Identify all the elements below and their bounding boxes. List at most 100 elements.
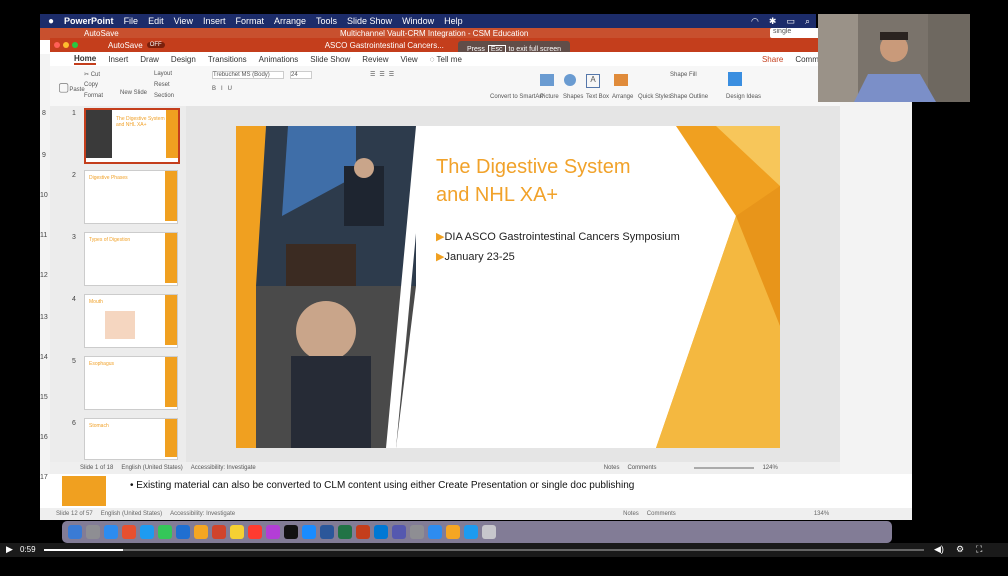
back-thumb-num[interactable]: 12: [40, 272, 48, 279]
shapes-button[interactable]: Shapes: [563, 94, 583, 100]
menu-view[interactable]: View: [174, 16, 193, 26]
tab-home[interactable]: Home: [74, 54, 97, 65]
bluetooth-icon[interactable]: ✱: [769, 16, 777, 27]
video-progress-track[interactable]: [44, 549, 924, 551]
cut-button[interactable]: ✂ Cut: [84, 71, 100, 78]
comments-status-button[interactable]: Comments: [627, 465, 656, 471]
tab-design[interactable]: Design: [171, 55, 196, 64]
shape-outline-button[interactable]: Shape Outline: [670, 94, 708, 100]
launchpad-icon[interactable]: [86, 525, 100, 539]
thumbnail-slide-1[interactable]: The Digestive System and NHL XA+: [84, 108, 180, 164]
settings-gear-icon[interactable]: ⚙: [956, 544, 964, 555]
accessibility-indicator[interactable]: Accessibility: Investigate: [191, 465, 256, 471]
reset-button[interactable]: Reset: [154, 82, 170, 88]
smartart-button[interactable]: Convert to SmartArt: [490, 94, 543, 100]
menu-format[interactable]: Format: [235, 16, 264, 26]
close-window-button[interactable]: [54, 42, 60, 48]
zoom-slider[interactable]: [694, 467, 755, 469]
new-slide-button[interactable]: New Slide: [120, 90, 147, 96]
downloads-icon[interactable]: [464, 525, 478, 539]
textbox-button[interactable]: Text Box: [586, 94, 609, 100]
format-painter-button[interactable]: Format: [84, 93, 103, 99]
back-language-indicator[interactable]: English (United States): [101, 511, 162, 517]
arrange-button[interactable]: Arrange: [612, 94, 633, 100]
paragraph-buttons[interactable]: ☰☰☰: [370, 71, 398, 78]
picture-button[interactable]: Picture: [540, 94, 559, 100]
tab-view[interactable]: View: [401, 55, 418, 64]
tab-animations[interactable]: Animations: [259, 55, 299, 64]
back-comments-button[interactable]: Comments: [647, 511, 676, 517]
front-autosave[interactable]: AutoSave: [108, 41, 143, 50]
menu-file[interactable]: File: [124, 16, 139, 26]
excel-icon[interactable]: [338, 525, 352, 539]
back-autosave[interactable]: AutoSave: [84, 29, 119, 38]
back-thumb-num[interactable]: 14: [40, 354, 48, 361]
back-thumb-num[interactable]: 11: [40, 232, 47, 239]
trash-icon[interactable]: [482, 525, 496, 539]
back-thumb-num[interactable]: 15: [40, 394, 48, 401]
copy-button[interactable]: Copy: [84, 82, 98, 88]
back-thumb-num[interactable]: 10: [40, 192, 48, 199]
tab-draw[interactable]: Draw: [140, 55, 159, 64]
battery-icon[interactable]: ▭: [786, 16, 795, 27]
current-slide[interactable]: The Digestive System and NHL XA+ ▶DIA AS…: [236, 126, 780, 448]
back-thumb-num[interactable]: 8: [42, 110, 46, 117]
back-accessibility-indicator[interactable]: Accessibility: Investigate: [170, 511, 235, 517]
zoom-app-icon[interactable]: [176, 525, 190, 539]
back-zoom-level[interactable]: 134%: [814, 511, 829, 517]
paste-button[interactable]: ▢Paste: [58, 80, 85, 94]
music-icon[interactable]: [248, 525, 262, 539]
notes-app-icon[interactable]: [230, 525, 244, 539]
minimize-window-button[interactable]: [63, 42, 69, 48]
tab-insert[interactable]: Insert: [108, 55, 128, 64]
finder-icon[interactable]: [68, 525, 82, 539]
settings-icon[interactable]: [410, 525, 424, 539]
messages-icon[interactable]: [158, 525, 172, 539]
webex-icon[interactable]: [428, 525, 442, 539]
search-icon[interactable]: ⌕: [805, 16, 810, 27]
chrome-icon[interactable]: [122, 525, 136, 539]
back-thumbnail-slide-17[interactable]: [62, 476, 106, 506]
zoom-level[interactable]: 124%: [762, 465, 777, 471]
wifi-icon[interactable]: ◠: [751, 16, 759, 27]
layout-button[interactable]: Layout: [154, 71, 172, 77]
menu-window[interactable]: Window: [402, 16, 434, 26]
play-icon[interactable]: ▶: [6, 544, 13, 555]
photos-icon[interactable]: [194, 525, 208, 539]
tab-transitions[interactable]: Transitions: [208, 55, 247, 64]
powerpoint-icon[interactable]: [356, 525, 370, 539]
font-style-buttons[interactable]: BIU: [212, 86, 237, 92]
zoom-window-button[interactable]: [72, 42, 78, 48]
back-notes-button[interactable]: Notes: [623, 511, 639, 517]
back-home-tab[interactable]: [40, 40, 50, 54]
app-name[interactable]: PowerPoint: [64, 16, 114, 26]
calendar-icon[interactable]: [212, 525, 226, 539]
thumbnail-slide-3[interactable]: Types of Digestion: [84, 232, 178, 286]
tab-review[interactable]: Review: [362, 55, 388, 64]
share-button[interactable]: Share: [762, 55, 783, 64]
notes-button[interactable]: Notes: [604, 465, 620, 471]
back-thumb-num[interactable]: 9: [42, 152, 46, 159]
quick-styles-button[interactable]: Quick Styles: [638, 94, 671, 100]
app-store-icon[interactable]: [302, 525, 316, 539]
section-button[interactable]: Section: [154, 93, 174, 99]
font-family-select[interactable]: Trebuchet MS (Body): [212, 71, 284, 79]
teams-icon[interactable]: [392, 525, 406, 539]
language-indicator[interactable]: English (United States): [121, 465, 182, 471]
folder-icon[interactable]: [446, 525, 460, 539]
shape-fill-button[interactable]: Shape Fill: [670, 72, 697, 78]
menu-help[interactable]: Help: [444, 16, 463, 26]
autosave-toggle[interactable]: OFF: [146, 42, 165, 48]
menu-edit[interactable]: Edit: [148, 16, 164, 26]
thumbnail-slide-2[interactable]: Digestive Phases: [84, 170, 178, 224]
menu-tools[interactable]: Tools: [316, 16, 337, 26]
menu-arrange[interactable]: Arrange: [274, 16, 306, 26]
design-ideas-button[interactable]: Design Ideas: [726, 94, 761, 100]
podcasts-icon[interactable]: [266, 525, 280, 539]
menu-slideshow[interactable]: Slide Show: [347, 16, 392, 26]
back-thumb-num[interactable]: 13: [40, 314, 48, 321]
back-thumb-num[interactable]: 16: [40, 434, 48, 441]
fullscreen-icon[interactable]: ⛶: [976, 544, 982, 555]
tab-slideshow[interactable]: Slide Show: [310, 55, 350, 64]
apple-icon[interactable]: ●: [48, 16, 54, 27]
